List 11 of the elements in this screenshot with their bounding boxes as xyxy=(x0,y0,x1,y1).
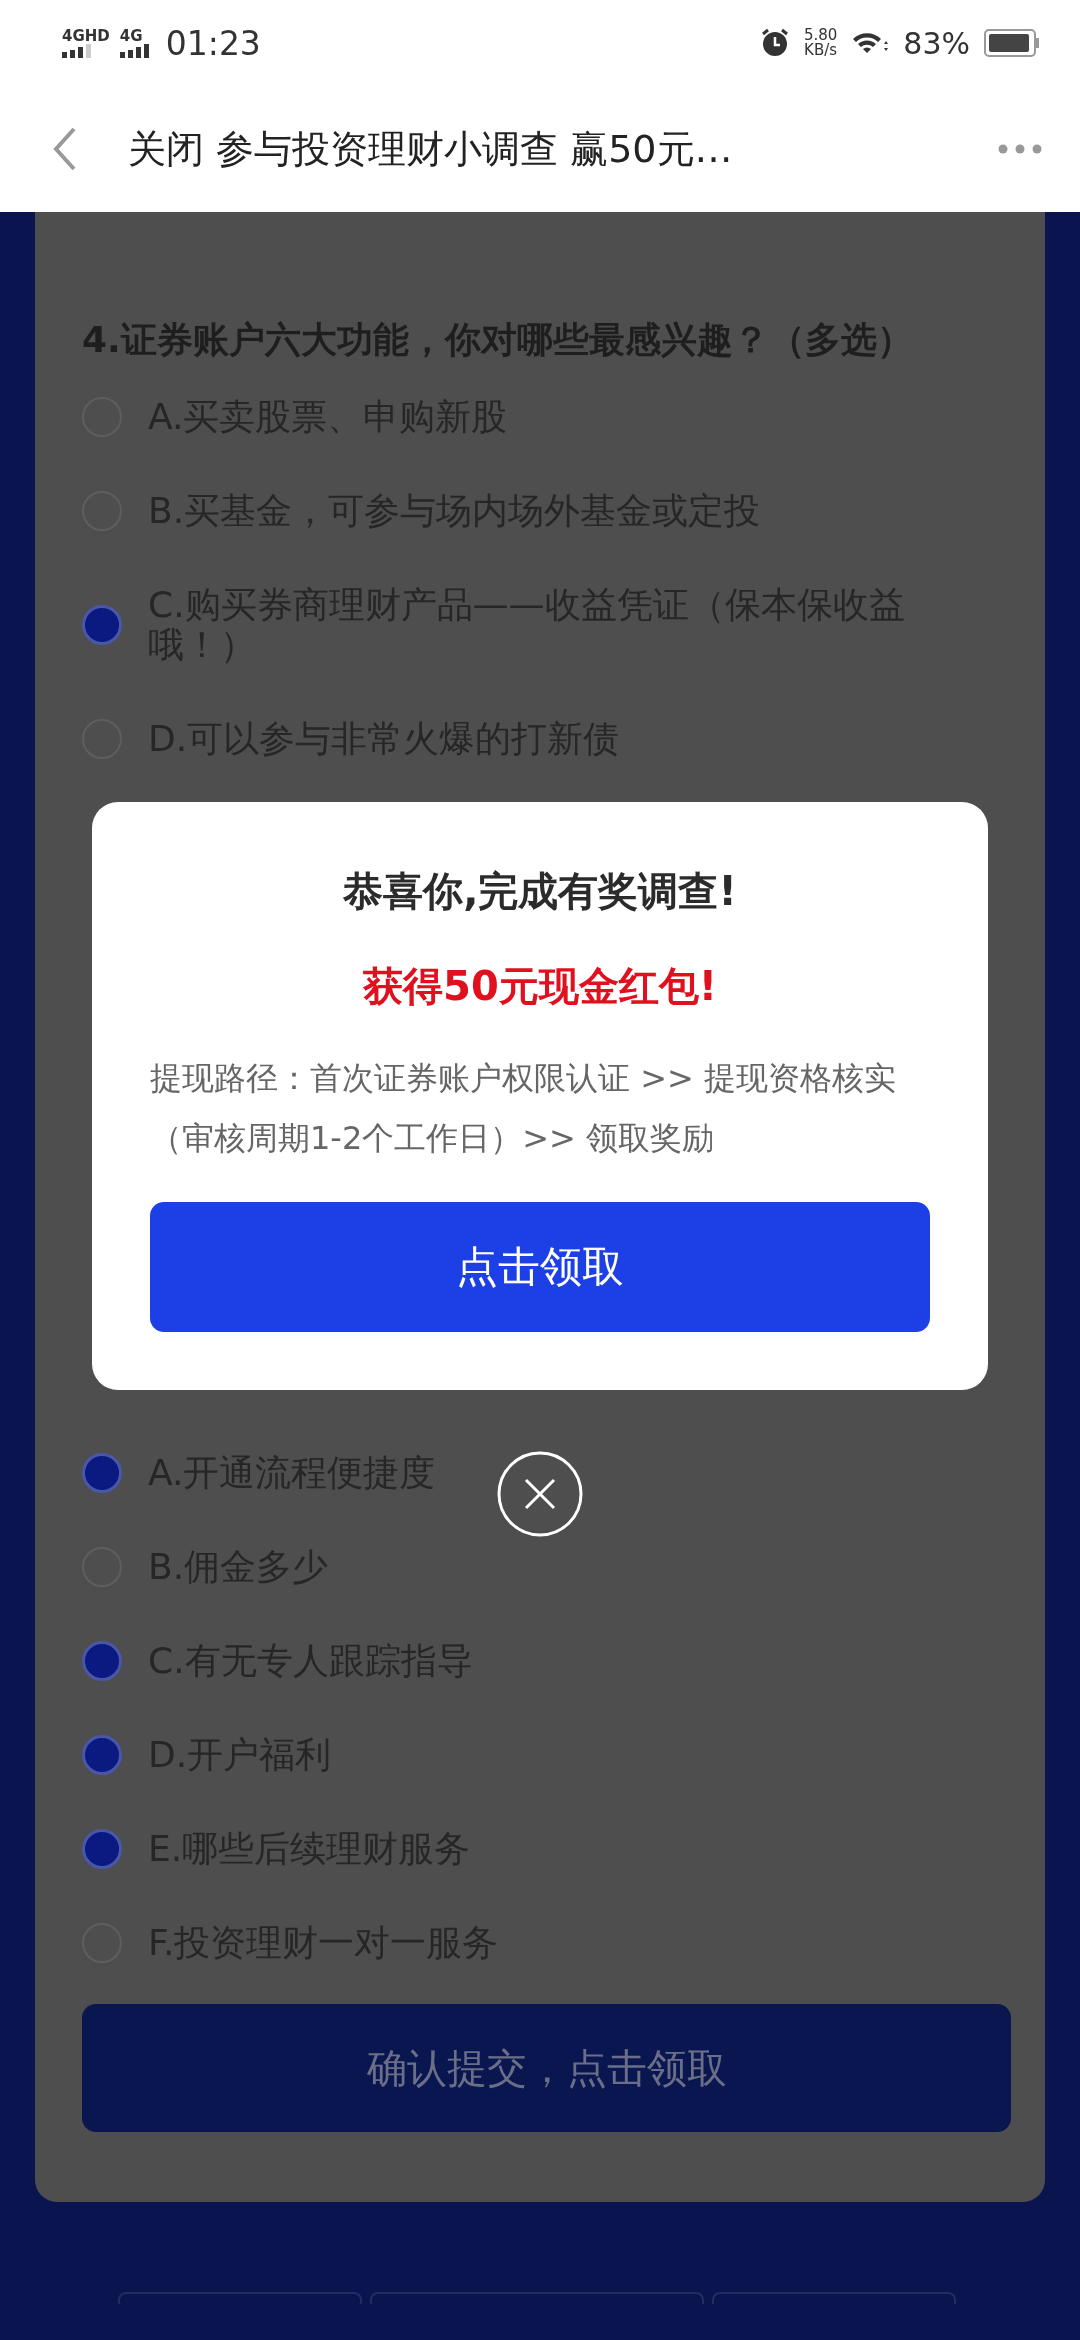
battery-level: 83% xyxy=(903,25,970,61)
claim-button[interactable]: 点击领取 xyxy=(150,1202,930,1332)
dialog-title: 恭喜你,完成有奖调查! xyxy=(343,867,737,916)
network-label: 4GHD xyxy=(62,28,110,44)
clock-time: 01:23 xyxy=(165,23,261,63)
speed-unit: KB/s xyxy=(804,43,838,58)
page-title: 关闭 参与投资理财小调查 赢50元… xyxy=(128,125,733,173)
speed-value: 5.80 xyxy=(803,28,838,43)
prize-text: 获得50元现金红包! xyxy=(363,962,717,1011)
network-label: 4G xyxy=(119,28,143,44)
dialog-message: 提现路径：首次证券账户权限认证 >> 提现资格核实（审核周期1-2个工作日）>> 领取奖励 xyxy=(150,1058,897,1159)
